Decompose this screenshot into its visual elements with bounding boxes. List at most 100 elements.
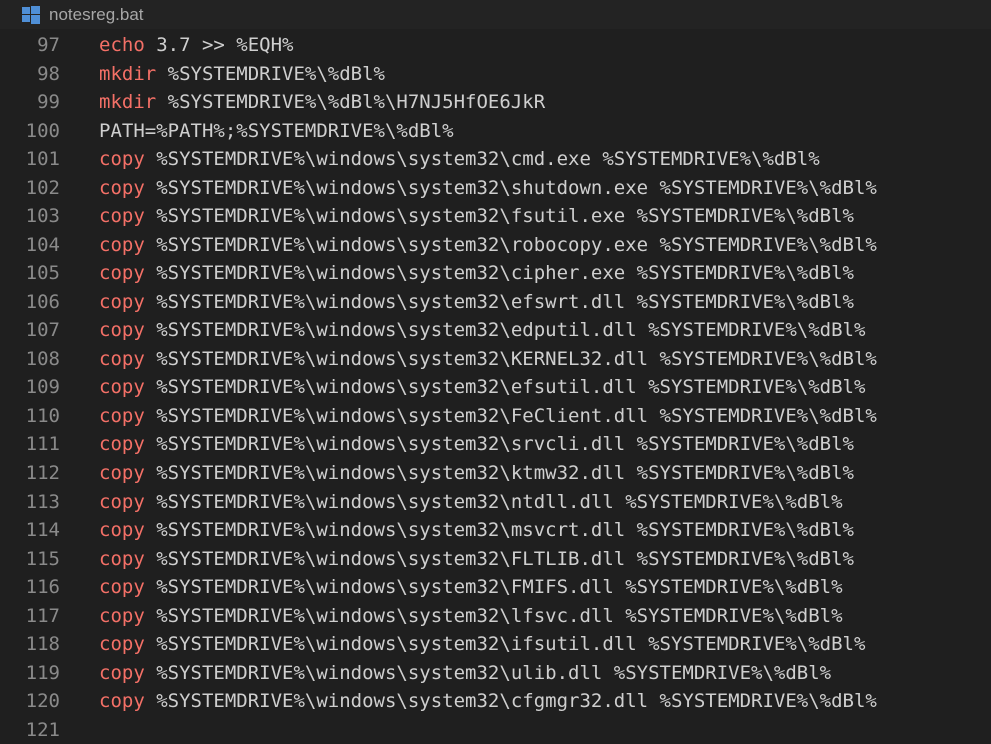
line-number: 114 <box>25 519 60 542</box>
line-number: 99 <box>37 91 60 114</box>
code-text: copy %SYSTEMDRIVE%\windows\system32\FMIF… <box>60 576 843 598</box>
code-text: copy %SYSTEMDRIVE%\windows\system32\ifsu… <box>60 633 865 655</box>
code-line[interactable]: 109 copy %SYSTEMDRIVE%\windows\system32\e… <box>0 373 991 402</box>
code-arguments: %SYSTEMDRIVE%\windows\system32\ktmw32.dl… <box>144 461 854 484</box>
code-keyword: copy <box>99 519 145 542</box>
code-text: copy %SYSTEMDRIVE%\windows\system32\FLTL… <box>60 548 854 570</box>
code-keyword: copy <box>99 319 145 342</box>
code-arguments: %SYSTEMDRIVE%\windows\system32\KERNEL32.… <box>144 347 877 370</box>
code-text: copy %SYSTEMDRIVE%\windows\system32\fsut… <box>60 205 854 227</box>
code-text: copy %SYSTEMDRIVE%\windows\system32\ciph… <box>60 262 854 284</box>
code-line[interactable]: 118 copy %SYSTEMDRIVE%\windows\system32\i… <box>0 630 991 659</box>
code-text: PATH=%PATH%;%SYSTEMDRIVE%\%dBl% <box>60 120 454 142</box>
code-arguments: %SYSTEMDRIVE%\windows\system32\FeClient.… <box>144 404 877 427</box>
code-line[interactable]: 115 copy %SYSTEMDRIVE%\windows\system32\F… <box>0 544 991 573</box>
code-text: copy %SYSTEMDRIVE%\windows\system32\lfsv… <box>60 605 843 627</box>
code-line[interactable]: 108 copy %SYSTEMDRIVE%\windows\system32\K… <box>0 345 991 374</box>
code-line[interactable]: 97 echo 3.7 >> %EQH% <box>0 31 991 60</box>
code-line[interactable]: 107 copy %SYSTEMDRIVE%\windows\system32\e… <box>0 316 991 345</box>
code-line[interactable]: 106 copy %SYSTEMDRIVE%\windows\system32\e… <box>0 288 991 317</box>
line-number: 102 <box>25 176 60 199</box>
code-keyword: echo <box>99 34 145 57</box>
code-text: mkdir %SYSTEMDRIVE%\%dBl% <box>60 63 385 85</box>
code-line[interactable]: 105 copy %SYSTEMDRIVE%\windows\system32\c… <box>0 259 991 288</box>
line-number: 101 <box>25 148 60 171</box>
code-line[interactable]: 117 copy %SYSTEMDRIVE%\windows\system32\l… <box>0 601 991 630</box>
code-text: copy %SYSTEMDRIVE%\windows\system32\ulib… <box>60 662 831 684</box>
code-text: mkdir %SYSTEMDRIVE%\%dBl%\H7NJ5HfOE6JkR <box>60 91 545 113</box>
code-keyword: copy <box>99 148 145 171</box>
code-keyword: copy <box>99 290 145 313</box>
code-arguments: PATH=%PATH%;%SYSTEMDRIVE%\%dBl% <box>99 119 454 142</box>
code-keyword: copy <box>99 461 145 484</box>
code-line[interactable]: 104 copy %SYSTEMDRIVE%\windows\system32\r… <box>0 231 991 260</box>
code-text: copy %SYSTEMDRIVE%\windows\system32\srvc… <box>60 433 854 455</box>
code-line[interactable]: 111 copy %SYSTEMDRIVE%\windows\system32\s… <box>0 430 991 459</box>
line-number: 100 <box>25 119 60 142</box>
code-keyword: copy <box>99 205 145 228</box>
code-keyword: copy <box>99 262 145 285</box>
code-text: copy %SYSTEMDRIVE%\windows\system32\cmd.… <box>60 148 820 170</box>
code-line[interactable]: 121 <box>0 715 991 744</box>
code-arguments: %SYSTEMDRIVE%\windows\system32\ntdll.dll… <box>144 490 843 513</box>
code-line[interactable]: 119 copy %SYSTEMDRIVE%\windows\system32\u… <box>0 658 991 687</box>
line-number: 98 <box>37 62 60 85</box>
line-number: 111 <box>25 433 60 456</box>
file-tab-title[interactable]: notesreg.bat <box>49 5 144 25</box>
code-text: copy %SYSTEMDRIVE%\windows\system32\FeCl… <box>60 405 877 427</box>
code-keyword: copy <box>99 347 145 370</box>
code-keyword: copy <box>99 661 145 684</box>
code-keyword: copy <box>99 547 145 570</box>
code-line[interactable]: 113 copy %SYSTEMDRIVE%\windows\system32\n… <box>0 487 991 516</box>
code-line[interactable]: 103 copy %SYSTEMDRIVE%\windows\system32\f… <box>0 202 991 231</box>
code-keyword: copy <box>99 404 145 427</box>
code-arguments: %SYSTEMDRIVE%\windows\system32\robocopy.… <box>144 233 877 256</box>
code-keyword: copy <box>99 490 145 513</box>
code-line[interactable]: 114 copy %SYSTEMDRIVE%\windows\system32\m… <box>0 516 991 545</box>
code-text: copy %SYSTEMDRIVE%\windows\system32\ktmw… <box>60 462 854 484</box>
code-arguments: %SYSTEMDRIVE%\windows\system32\ifsutil.d… <box>144 633 866 656</box>
windows-icon <box>22 5 40 24</box>
code-line[interactable]: 100 PATH=%PATH%;%SYSTEMDRIVE%\%dBl% <box>0 117 991 146</box>
code-line[interactable]: 112 copy %SYSTEMDRIVE%\windows\system32\k… <box>0 459 991 488</box>
line-number: 104 <box>25 233 60 256</box>
code-keyword: copy <box>99 176 145 199</box>
code-line[interactable]: 102 copy %SYSTEMDRIVE%\windows\system32\s… <box>0 174 991 203</box>
code-line[interactable]: 116 copy %SYSTEMDRIVE%\windows\system32\F… <box>0 573 991 602</box>
line-number: 108 <box>25 347 60 370</box>
code-arguments: %SYSTEMDRIVE%\windows\system32\lfsvc.dll… <box>144 604 843 627</box>
line-number: 117 <box>25 604 60 627</box>
code-line[interactable]: 101 copy %SYSTEMDRIVE%\windows\system32\c… <box>0 145 991 174</box>
code-arguments: %SYSTEMDRIVE%\windows\system32\FLTLIB.dl… <box>144 547 854 570</box>
code-editor[interactable]: 97 echo 3.7 >> %EQH% 98 mkdir %SYSTEMDRIVE%… <box>0 31 991 744</box>
code-keyword: mkdir <box>99 91 157 114</box>
code-arguments: %SYSTEMDRIVE%\windows\system32\msvcrt.dl… <box>144 519 854 542</box>
code-text: echo 3.7 >> %EQH% <box>60 34 293 56</box>
code-keyword: copy <box>99 604 145 627</box>
code-arguments: 3.7 >> %EQH% <box>144 34 294 57</box>
code-text: copy %SYSTEMDRIVE%\windows\system32\msvc… <box>60 519 854 541</box>
line-number: 112 <box>25 461 60 484</box>
code-arguments: %SYSTEMDRIVE%\windows\system32\efsutil.d… <box>144 376 866 399</box>
code-keyword: copy <box>99 376 145 399</box>
code-keyword: copy <box>99 233 145 256</box>
code-keyword: copy <box>99 576 145 599</box>
code-arguments: %SYSTEMDRIVE%\windows\system32\cmd.exe %… <box>144 148 820 171</box>
title-bar: notesreg.bat <box>0 0 991 29</box>
line-number: 105 <box>25 262 60 285</box>
code-line[interactable]: 99 mkdir %SYSTEMDRIVE%\%dBl%\H7NJ5HfOE6Jk… <box>0 88 991 117</box>
line-number: 121 <box>25 718 60 741</box>
code-text: copy %SYSTEMDRIVE%\windows\system32\efsw… <box>60 291 854 313</box>
line-number: 119 <box>25 661 60 684</box>
line-number: 107 <box>25 319 60 342</box>
code-arguments: %SYSTEMDRIVE%\windows\system32\FMIFS.dll… <box>144 576 843 599</box>
line-number: 110 <box>25 404 60 427</box>
line-number: 115 <box>25 547 60 570</box>
code-line[interactable]: 120 copy %SYSTEMDRIVE%\windows\system32\c… <box>0 687 991 716</box>
code-line[interactable]: 110 copy %SYSTEMDRIVE%\windows\system32\F… <box>0 402 991 431</box>
line-number: 97 <box>37 34 60 57</box>
code-arguments: %SYSTEMDRIVE%\windows\system32\fsutil.ex… <box>144 205 854 228</box>
line-number: 109 <box>25 376 60 399</box>
code-line[interactable]: 98 mkdir %SYSTEMDRIVE%\%dBl% <box>0 60 991 89</box>
code-arguments: %SYSTEMDRIVE%\%dBl% <box>156 62 385 85</box>
